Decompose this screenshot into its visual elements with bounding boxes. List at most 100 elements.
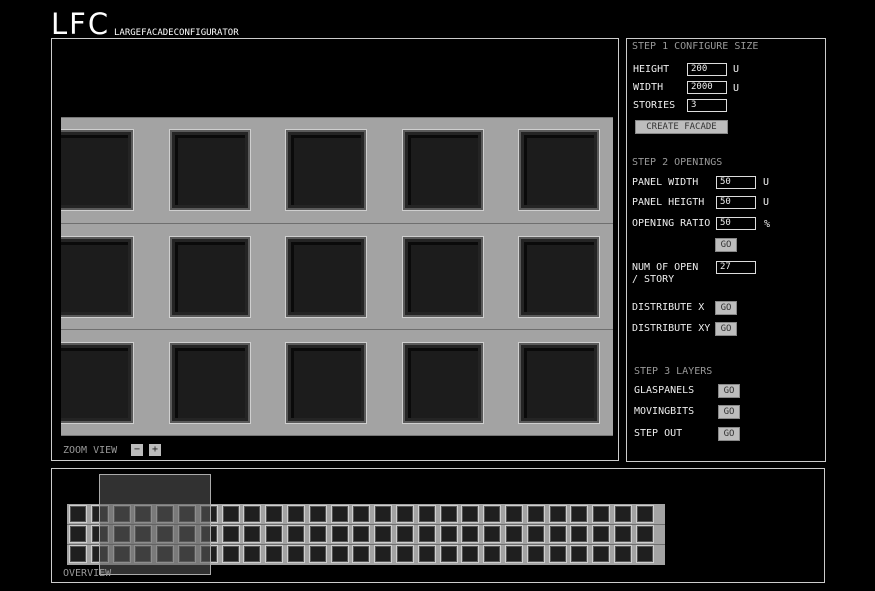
overview-window-panel — [440, 546, 457, 562]
overview-window-panel — [593, 506, 610, 522]
overview-window-panel — [636, 526, 653, 542]
overview-window-panel — [397, 506, 413, 522]
window-panel[interactable] — [519, 236, 599, 317]
zoom-out-button[interactable]: − — [131, 444, 143, 456]
config-panel: STEP 1 CONFIGURE SIZE HEIGHT 200 U WIDTH… — [626, 38, 826, 462]
overview-window-panel — [440, 506, 457, 522]
overview-window-panel — [571, 526, 588, 542]
facade-zoom-render — [61, 117, 613, 436]
overview-window-panel — [549, 506, 566, 522]
window-panel[interactable] — [402, 236, 483, 317]
overview-window-panel — [571, 546, 588, 562]
overview-window-panel — [593, 546, 610, 562]
window-panel[interactable] — [402, 343, 483, 423]
num-open-input[interactable]: 27 — [716, 261, 756, 274]
distribute-xy-go-button[interactable]: GO — [715, 322, 737, 336]
overview-window-panel — [636, 506, 653, 522]
overview-window-panel — [462, 526, 479, 542]
create-facade-button[interactable]: CREATE FACADE — [635, 120, 728, 134]
overview-window-panel — [244, 526, 261, 542]
glaspanels-label: GLASPANELS — [634, 385, 695, 396]
num-open-label-line1: NUM OF OPEN — [632, 262, 699, 273]
window-panel[interactable] — [169, 236, 250, 317]
panel-height-unit: U — [763, 197, 770, 208]
movingbits-go-button[interactable]: GO — [718, 405, 740, 419]
overview-window-panel — [462, 546, 479, 562]
window-panel[interactable] — [61, 130, 133, 210]
overview-window-panel — [353, 546, 370, 562]
overview-window-panel — [593, 526, 610, 542]
window-panel[interactable] — [519, 130, 599, 210]
overview-window-panel — [288, 526, 304, 542]
panel-height-input[interactable]: 50 — [716, 196, 756, 209]
openings-go-button[interactable]: GO — [715, 238, 737, 252]
overview-window-panel — [331, 526, 348, 542]
overview-window-panel — [397, 526, 413, 542]
opening-ratio-unit: % — [764, 219, 771, 230]
distribute-x-label: DISTRIBUTE X — [632, 302, 705, 313]
overview-window-panel — [440, 526, 457, 542]
overview-window-panel — [222, 526, 239, 542]
overview-window-panel — [571, 506, 588, 522]
overview-window-panel — [636, 546, 653, 562]
panel-width-input[interactable]: 50 — [716, 176, 756, 189]
window-panel[interactable] — [286, 130, 366, 210]
overview-window-panel — [375, 506, 392, 522]
overview-window-panel — [418, 506, 435, 522]
step1-title: STEP 1 CONFIGURE SIZE — [632, 41, 759, 52]
overview-window-panel — [222, 546, 239, 562]
step-out-go-button[interactable]: GO — [718, 427, 740, 441]
width-input[interactable]: 2000 — [687, 81, 727, 94]
window-panel[interactable] — [169, 130, 250, 210]
overview-window-panel — [506, 526, 522, 542]
zoom-view-canvas[interactable]: ZOOM VIEW − + — [51, 38, 619, 461]
height-label: HEIGHT — [633, 64, 670, 75]
panel-width-label: PANEL WIDTH — [632, 177, 699, 188]
story-divider — [61, 329, 613, 330]
window-panel[interactable] — [286, 236, 366, 317]
overview-window-panel — [549, 526, 566, 542]
overview-window-panel — [266, 546, 283, 562]
panel-height-label: PANEL HEIGTH — [632, 197, 705, 208]
window-panel[interactable] — [61, 236, 133, 317]
overview-window-panel — [418, 526, 435, 542]
story-divider — [61, 223, 613, 224]
overview-window-panel — [70, 506, 86, 522]
glaspanels-go-button[interactable]: GO — [718, 384, 740, 398]
opening-ratio-label: OPENING RATIO — [632, 218, 711, 229]
overview-window-panel — [615, 546, 631, 562]
stories-input[interactable]: 3 — [687, 99, 727, 112]
step-out-label: STEP OUT — [634, 428, 683, 439]
overview-window-panel — [222, 506, 239, 522]
window-panel[interactable] — [169, 343, 250, 423]
overview-window-panel — [331, 546, 348, 562]
overview-viewport-selector[interactable] — [99, 474, 211, 575]
distribute-xy-label: DISTRIBUTE XY — [632, 323, 711, 334]
zoom-view-label: ZOOM VIEW — [63, 445, 118, 456]
overview-window-panel — [288, 506, 304, 522]
opening-ratio-input[interactable]: 50 — [716, 217, 756, 230]
overview-window-panel — [70, 526, 86, 542]
overview-window-panel — [506, 546, 522, 562]
overview-window-panel — [484, 546, 501, 562]
window-panel[interactable] — [519, 343, 599, 423]
step3-title: STEP 3 LAYERS — [634, 366, 713, 377]
overview-window-panel — [527, 506, 544, 522]
overview-window-panel — [527, 546, 544, 562]
overview-window-panel — [484, 526, 501, 542]
zoom-in-button[interactable]: + — [149, 444, 161, 456]
stories-label: STORIES — [633, 100, 676, 111]
window-panel[interactable] — [286, 343, 366, 423]
window-panel[interactable] — [61, 343, 133, 423]
width-label: WIDTH — [633, 82, 664, 93]
window-panel[interactable] — [402, 130, 483, 210]
overview-label: OVERVIEW — [63, 568, 112, 579]
distribute-x-go-button[interactable]: GO — [715, 301, 737, 315]
overview-window-panel — [462, 506, 479, 522]
width-unit: U — [733, 83, 740, 94]
height-input[interactable]: 200 — [687, 63, 727, 76]
step2-title: STEP 2 OPENINGS — [632, 157, 723, 168]
overview-window-panel — [266, 506, 283, 522]
overview-window-panel — [309, 526, 326, 542]
panel-width-unit: U — [763, 177, 770, 188]
